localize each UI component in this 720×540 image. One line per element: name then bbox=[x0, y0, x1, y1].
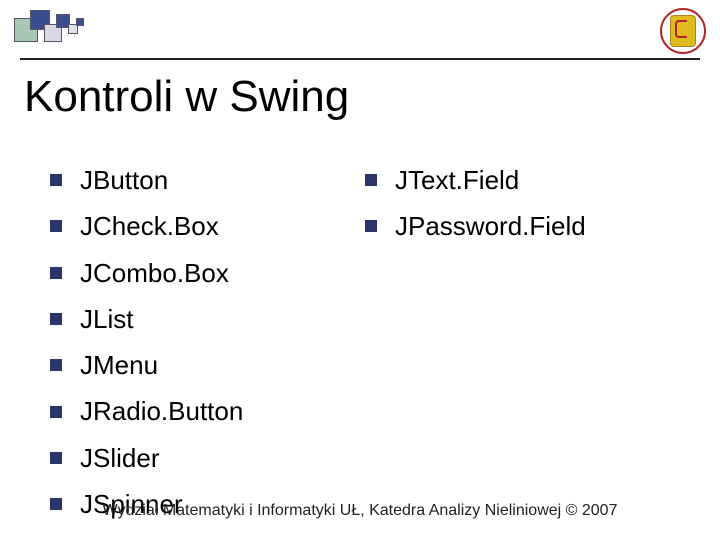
list-item: JSlider bbox=[50, 438, 365, 478]
list-item: JList bbox=[50, 299, 365, 339]
list-item: JText.Field bbox=[365, 160, 680, 200]
bullet-icon bbox=[50, 406, 62, 418]
list-item: JCombo.Box bbox=[50, 253, 365, 293]
cube-pattern-icon bbox=[14, 10, 104, 60]
list-item-label: JPassword.Field bbox=[395, 206, 586, 246]
title-underline bbox=[20, 58, 700, 60]
list-item: JCheck.Box bbox=[50, 206, 365, 246]
list-item-label: JCheck.Box bbox=[80, 206, 219, 246]
list-item-label: JList bbox=[80, 299, 133, 339]
list-item: JRadio.Button bbox=[50, 391, 365, 431]
bullet-icon bbox=[50, 452, 62, 464]
list-item-label: JText.Field bbox=[395, 160, 519, 200]
right-column: JText.Field JPassword.Field bbox=[365, 160, 680, 470]
list-item-label: JCombo.Box bbox=[80, 253, 229, 293]
bullet-icon bbox=[50, 220, 62, 232]
bullet-icon bbox=[50, 174, 62, 186]
list-item: JButton bbox=[50, 160, 365, 200]
slide-title: Kontroli w Swing bbox=[24, 72, 349, 122]
list-item-label: JButton bbox=[80, 160, 168, 200]
bullet-icon bbox=[365, 174, 377, 186]
list-item: JPassword.Field bbox=[365, 206, 680, 246]
bullet-icon bbox=[365, 220, 377, 232]
header-decoration bbox=[0, 0, 720, 60]
list-item: JMenu bbox=[50, 345, 365, 385]
list-right: JText.Field JPassword.Field bbox=[365, 160, 680, 247]
list-item-label: JMenu bbox=[80, 345, 158, 385]
university-logo-icon bbox=[660, 8, 706, 54]
list-item-label: JSlider bbox=[80, 438, 159, 478]
footer-text: Wydział Matematyki i Informatyki UŁ, Kat… bbox=[0, 502, 720, 520]
list-left: JButton JCheck.Box JCombo.Box JList JMen… bbox=[50, 160, 365, 524]
bullet-icon bbox=[50, 359, 62, 371]
bullet-icon bbox=[50, 313, 62, 325]
left-column: JButton JCheck.Box JCombo.Box JList JMen… bbox=[50, 160, 365, 470]
slide-content: JButton JCheck.Box JCombo.Box JList JMen… bbox=[50, 160, 680, 470]
bullet-icon bbox=[50, 267, 62, 279]
list-item-label: JRadio.Button bbox=[80, 391, 243, 431]
